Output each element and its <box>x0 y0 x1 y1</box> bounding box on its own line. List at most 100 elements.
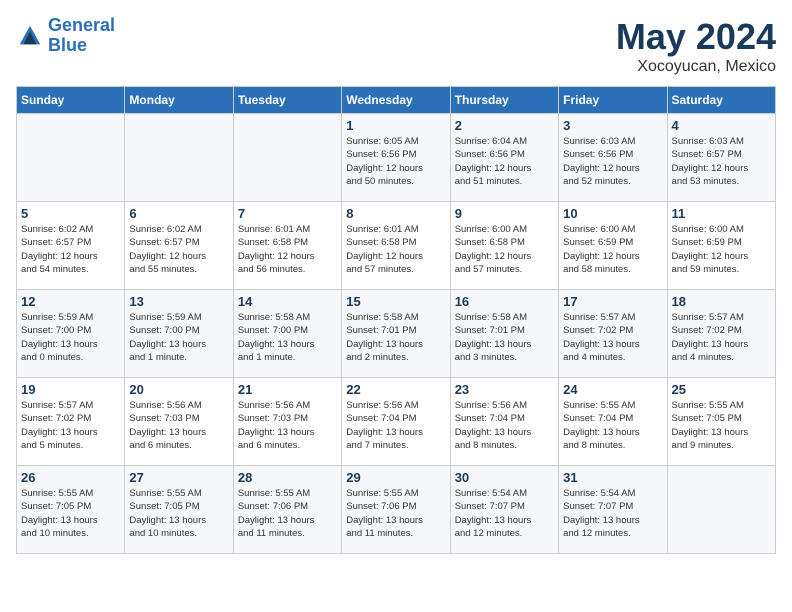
calendar-cell: 24Sunrise: 5:55 AMSunset: 7:04 PMDayligh… <box>559 378 667 466</box>
cell-info: Daylight: 12 hours <box>346 162 445 175</box>
weekday-header: Friday <box>559 87 667 114</box>
calendar-cell: 12 Sunrise: 5:59 AMSunset: 7:00 PMDayligh… <box>17 290 125 378</box>
cell-info: Sunset: 7:04 PM <box>455 412 554 425</box>
cell-info: and 4 minutes. <box>563 351 662 364</box>
cell-info: Sunset: 6:58 PM <box>455 236 554 249</box>
calendar-cell: 9Sunrise: 6:00 AMSunset: 6:58 PMDaylight… <box>450 202 558 290</box>
cell-info: Sunset: 7:03 PM <box>129 412 228 425</box>
cell-info: Daylight: 13 hours <box>672 426 771 439</box>
cell-info: Sunrise: 5:59 AM <box>129 311 228 324</box>
cell-info: and 55 minutes. <box>129 263 228 276</box>
cell-info: Daylight: 12 hours <box>563 162 662 175</box>
day-number: 4 <box>672 118 771 133</box>
cell-info: Daylight: 13 hours <box>21 338 120 351</box>
cell-info: Sunset: 7:01 PM <box>346 324 445 337</box>
cell-info: Daylight: 13 hours <box>21 426 120 439</box>
cell-info: Sunset: 7:00 PM <box>129 324 228 337</box>
cell-info: Sunset: 7:00 PM <box>21 324 120 337</box>
calendar-cell: 30Sunrise: 5:54 AMSunset: 7:07 PMDayligh… <box>450 466 558 554</box>
calendar-cell: 16Sunrise: 5:58 AMSunset: 7:01 PMDayligh… <box>450 290 558 378</box>
cell-info: and 54 minutes. <box>21 263 120 276</box>
cell-info: Sunrise: 5:59 AM <box>21 311 120 324</box>
cell-info: Daylight: 13 hours <box>238 426 337 439</box>
cell-info: and 10 minutes. <box>21 527 120 540</box>
calendar-cell: 15Sunrise: 5:58 AMSunset: 7:01 PMDayligh… <box>342 290 450 378</box>
cell-info: Daylight: 13 hours <box>455 426 554 439</box>
weekday-header: Monday <box>125 87 233 114</box>
cell-info: Sunset: 6:57 PM <box>21 236 120 249</box>
cell-info: Sunrise: 5:56 AM <box>346 399 445 412</box>
calendar-cell <box>233 114 341 202</box>
cell-info: and 6 minutes. <box>238 439 337 452</box>
cell-info: and 0 minutes. <box>21 351 120 364</box>
cell-info: Sunrise: 5:57 AM <box>672 311 771 324</box>
calendar-cell: 2Sunrise: 6:04 AMSunset: 6:56 PMDaylight… <box>450 114 558 202</box>
calendar-week-row: 1Sunrise: 6:05 AMSunset: 6:56 PMDaylight… <box>17 114 776 202</box>
cell-info: and 9 minutes. <box>672 439 771 452</box>
cell-info: Daylight: 13 hours <box>346 338 445 351</box>
cell-info: Sunset: 7:01 PM <box>455 324 554 337</box>
day-number: 1 <box>346 118 445 133</box>
cell-info: Sunrise: 5:56 AM <box>455 399 554 412</box>
cell-info: Sunset: 6:58 PM <box>346 236 445 249</box>
calendar-cell: 19Sunrise: 5:57 AMSunset: 7:02 PMDayligh… <box>17 378 125 466</box>
cell-info: Sunrise: 5:57 AM <box>563 311 662 324</box>
weekday-header: Tuesday <box>233 87 341 114</box>
weekday-header: Sunday <box>17 87 125 114</box>
day-number: 10 <box>563 206 662 221</box>
day-number: 18 <box>672 294 771 309</box>
cell-info: Sunrise: 5:55 AM <box>238 487 337 500</box>
calendar-cell: 6Sunrise: 6:02 AMSunset: 6:57 PMDaylight… <box>125 202 233 290</box>
cell-info: Sunset: 7:02 PM <box>672 324 771 337</box>
cell-info: and 12 minutes. <box>563 527 662 540</box>
day-number: 2 <box>455 118 554 133</box>
calendar-cell: 31Sunrise: 5:54 AMSunset: 7:07 PMDayligh… <box>559 466 667 554</box>
day-number: 22 <box>346 382 445 397</box>
cell-info: Sunset: 6:59 PM <box>563 236 662 249</box>
cell-info: and 59 minutes. <box>672 263 771 276</box>
day-number: 6 <box>129 206 228 221</box>
cell-info: Sunrise: 5:55 AM <box>129 487 228 500</box>
cell-info: and 10 minutes. <box>129 527 228 540</box>
calendar-cell: 18Sunrise: 5:57 AMSunset: 7:02 PMDayligh… <box>667 290 775 378</box>
cell-info: Daylight: 13 hours <box>238 338 337 351</box>
calendar-week-row: 5Sunrise: 6:02 AMSunset: 6:57 PMDaylight… <box>17 202 776 290</box>
day-number: 12 <box>21 294 120 309</box>
cell-info: Sunrise: 5:55 AM <box>21 487 120 500</box>
calendar-cell: 4Sunrise: 6:03 AMSunset: 6:57 PMDaylight… <box>667 114 775 202</box>
cell-info: Daylight: 13 hours <box>455 338 554 351</box>
day-number: 27 <box>129 470 228 485</box>
cell-info: Sunrise: 6:05 AM <box>346 135 445 148</box>
cell-info: and 7 minutes. <box>346 439 445 452</box>
calendar-cell: 10Sunrise: 6:00 AMSunset: 6:59 PMDayligh… <box>559 202 667 290</box>
calendar-cell: 1Sunrise: 6:05 AMSunset: 6:56 PMDaylight… <box>342 114 450 202</box>
cell-info: and 3 minutes. <box>455 351 554 364</box>
cell-info: Sunrise: 5:58 AM <box>455 311 554 324</box>
cell-info: and 57 minutes. <box>346 263 445 276</box>
day-number: 5 <box>21 206 120 221</box>
cell-info: Daylight: 12 hours <box>129 250 228 263</box>
cell-info: and 58 minutes. <box>563 263 662 276</box>
calendar-cell: 23Sunrise: 5:56 AMSunset: 7:04 PMDayligh… <box>450 378 558 466</box>
day-number: 30 <box>455 470 554 485</box>
cell-info: Sunset: 6:57 PM <box>672 148 771 161</box>
cell-info: Daylight: 13 hours <box>129 514 228 527</box>
cell-info: Sunset: 7:06 PM <box>346 500 445 513</box>
calendar-cell: 5Sunrise: 6:02 AMSunset: 6:57 PMDaylight… <box>17 202 125 290</box>
cell-info: Daylight: 12 hours <box>346 250 445 263</box>
day-number: 31 <box>563 470 662 485</box>
cell-info: Sunset: 6:57 PM <box>129 236 228 249</box>
cell-info: Daylight: 12 hours <box>238 250 337 263</box>
day-number: 9 <box>455 206 554 221</box>
cell-info: Sunset: 7:05 PM <box>21 500 120 513</box>
cell-info: and 12 minutes. <box>455 527 554 540</box>
cell-info: and 1 minute. <box>238 351 337 364</box>
cell-info: Daylight: 12 hours <box>672 250 771 263</box>
calendar-week-row: 26Sunrise: 5:55 AMSunset: 7:05 PMDayligh… <box>17 466 776 554</box>
cell-info: Daylight: 12 hours <box>455 162 554 175</box>
cell-info: Daylight: 13 hours <box>563 426 662 439</box>
day-number: 25 <box>672 382 771 397</box>
cell-info: Sunrise: 5:58 AM <box>238 311 337 324</box>
calendar-table: SundayMondayTuesdayWednesdayThursdayFrid… <box>16 86 776 554</box>
cell-info: Daylight: 12 hours <box>672 162 771 175</box>
